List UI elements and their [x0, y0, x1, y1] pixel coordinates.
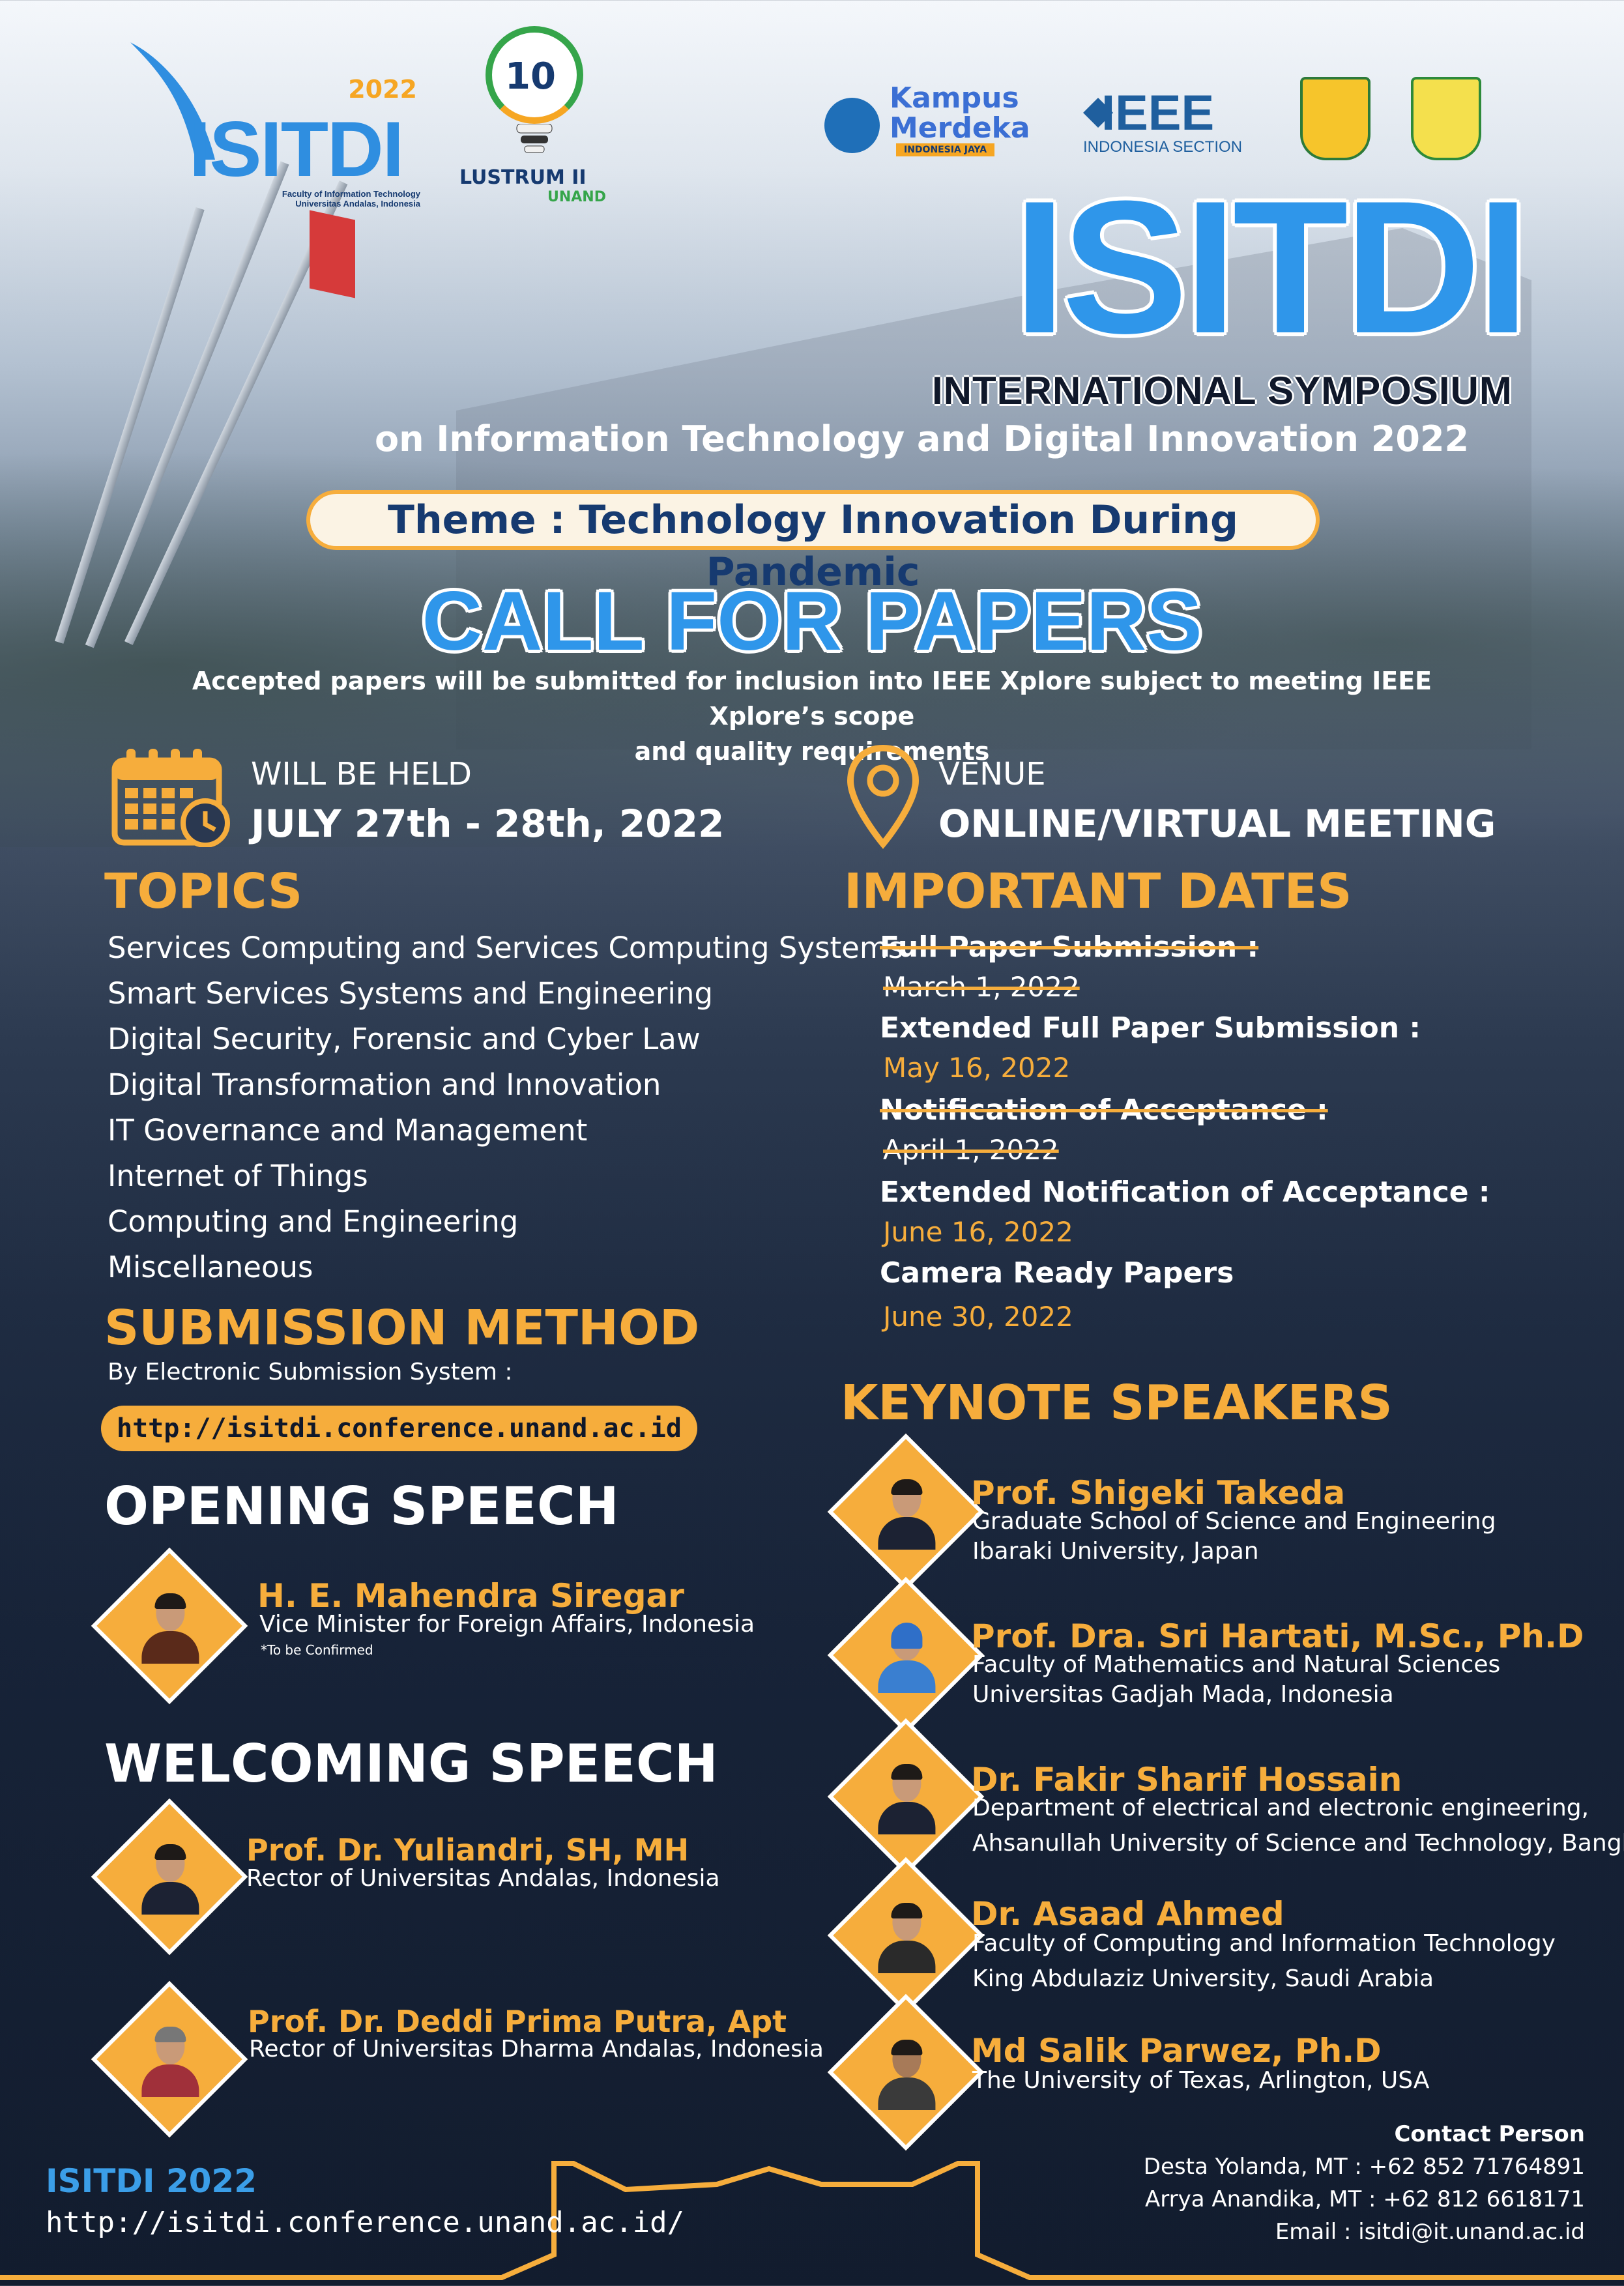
contact-block: Contact Person Desta Yolanda, MT : +62 8…: [1144, 2118, 1585, 2248]
call-for-papers: CALL FOR PAPERS: [422, 575, 1202, 668]
date-label: Notification of Acceptance :: [880, 1093, 1328, 1127]
speaker-affiliation: Rector of Universitas Andalas, Indonesia: [246, 1865, 720, 1892]
tut-wuri-icon: [824, 98, 880, 153]
speaker-photo: [91, 1980, 248, 2138]
topic-item: IT Governance and Management: [108, 1113, 588, 1148]
headline-title: ISITDI: [1013, 162, 1530, 373]
speaker-affiliation: Universitas Gadjah Mada, Indonesia: [972, 1681, 1394, 1708]
province-emblem-icon: [1411, 77, 1481, 160]
km-line: Kampus: [890, 81, 1019, 115]
isitdi-logo: 2022 ISITDI Faculty of Information Techn…: [124, 36, 424, 209]
speaker-affiliation: Ibaraki University, Japan: [972, 1538, 1259, 1565]
submission-link[interactable]: http://isitdi.conference.unand.ac.id: [101, 1406, 697, 1451]
speaker-affiliation: The University of Texas, Arlington, USA: [972, 2067, 1430, 2094]
contact-line: Arrya Anandika, MT : +62 812 6618171: [1144, 2186, 1585, 2212]
topics-list: Services Computing and Services Computin…: [108, 925, 903, 1290]
speaker-affiliation: Rector of Universitas Dharma Andalas, In…: [249, 2036, 824, 2062]
date-label: Camera Ready Papers: [880, 1256, 1234, 1290]
speaker-photo: [91, 1798, 248, 1956]
km-bar: INDONESIA JAYA: [896, 143, 995, 156]
speaker-photo: [91, 1547, 248, 1705]
topic-item: Smart Services Systems and Engineering: [108, 976, 714, 1011]
speaker-affiliation: Vice Minister for Foreign Affairs, Indon…: [259, 1611, 755, 1638]
contact-line: Desta Yolanda, MT : +62 852 71764891: [1143, 2154, 1585, 2180]
lustrum-lamp-icon: [516, 124, 553, 153]
topic-item: Digital Transformation and Innovation: [108, 1067, 661, 1102]
keynote-heading: KEYNOTE SPEAKERS: [841, 1375, 1393, 1431]
speaker-photo: [827, 1433, 985, 1591]
topic-item: Internet of Things: [108, 1159, 368, 1193]
date-value: May 16, 2022: [883, 1052, 1071, 1084]
date-value: June 16, 2022: [883, 1216, 1073, 1248]
theme-banner: Theme : Technology Innovation During Pan…: [306, 490, 1320, 595]
submission-method: By Electronic Submission System :: [108, 1359, 513, 1385]
speaker-affiliation: Graduate School of Science and Engineeri…: [972, 1508, 1496, 1535]
contact-email[interactable]: Email : isitdi@it.unand.ac.id: [1144, 2216, 1585, 2248]
kampus-merdeka-text: Kampus Merdeka: [890, 83, 1030, 143]
date-value: April 1, 2022: [883, 1134, 1059, 1166]
topic-item: Services Computing and Services Computin…: [108, 931, 904, 965]
speaker-photo: [827, 1993, 985, 2151]
speaker-name: Md Salik Parwez, Ph.D: [971, 2032, 1382, 2070]
welcoming-speech-heading: WELCOMING SPEECH: [104, 1733, 718, 1794]
speaker-photo: [827, 1857, 985, 2014]
accepted-line: Accepted papers will be submitted for in…: [192, 667, 1432, 731]
contact-title: Contact Person: [1394, 2121, 1585, 2147]
lustrum-number: 10: [505, 55, 556, 98]
speaker-note: *To be Confirmed: [261, 1642, 373, 1658]
location-pin-icon: [847, 744, 920, 849]
ieee-logo: IEEE INDONESIA SECTION: [1082, 85, 1264, 156]
lustrum-unand: UNAND: [547, 189, 606, 205]
date-label: Full Paper Submission :: [880, 931, 1259, 964]
speaker-name: Prof. Dr. Deddi Prima Putra, Apt: [248, 2004, 787, 2039]
logo-word: ISITDI: [189, 106, 404, 193]
date-value: March 1, 2022: [883, 971, 1080, 1003]
ieee-section: INDONESIA SECTION: [1083, 138, 1243, 156]
topic-item: Digital Security, Forensic and Cyber Law: [108, 1022, 701, 1056]
held-date: JULY 27th - 28th, 2022: [251, 802, 725, 846]
speaker-photo: [827, 1576, 985, 1734]
held-label: WILL BE HELD: [251, 756, 472, 792]
university-emblem-icon: [1300, 77, 1370, 160]
date-label: Extended Full Paper Submission :: [880, 1011, 1421, 1045]
footer-title: ISITDI 2022: [46, 2162, 257, 2200]
logo-subtitle: Faculty of Information Technology Univer…: [282, 189, 420, 209]
speaker-name: Prof. Dr. Yuliandri, SH, MH: [246, 1832, 689, 1868]
lustrum-logo: 10 LUSTRUM II UNAND: [456, 26, 619, 205]
logo-year: 2022: [348, 75, 417, 104]
headline-tagline: on Information Technology and Digital In…: [375, 418, 1470, 459]
topic-item: Computing and Engineering: [108, 1204, 519, 1239]
accepted-note: Accepted papers will be submitted for in…: [163, 663, 1461, 769]
topics-heading: TOPICS: [104, 863, 303, 919]
venue-value: ONLINE/VIRTUAL MEETING: [938, 802, 1496, 846]
important-dates-heading: IMPORTANT DATES: [844, 863, 1352, 919]
date-value: June 30, 2022: [883, 1301, 1073, 1333]
ieee-word: IEEE: [1101, 85, 1215, 141]
speaker-affiliation: King Abdulaziz University, Saudi Arabia: [972, 1965, 1434, 1992]
theme-text: Theme : Technology Innovation During Pan…: [310, 494, 1316, 595]
km-line: Merdeka: [890, 111, 1030, 145]
footer-url[interactable]: http://isitdi.conference.unand.ac.id/: [46, 2206, 684, 2239]
speaker-affiliation: Faculty of Mathematics and Natural Scien…: [972, 1651, 1501, 1678]
speaker-affiliation: Ahsanullah University of Science and Tec…: [972, 1830, 1624, 1857]
speaker-affiliation: Faculty of Computing and Information Tec…: [972, 1930, 1556, 1957]
flag: [310, 210, 355, 298]
logo-subtitle-line: Universitas Andalas, Indonesia: [295, 199, 420, 209]
submission-heading: SUBMISSION METHOD: [104, 1300, 700, 1356]
headline-subtitle: INTERNATIONAL SYMPOSIUM: [932, 369, 1513, 412]
speaker-photo: [827, 1718, 985, 1875]
opening-speech-heading: OPENING SPEECH: [104, 1476, 619, 1537]
date-label: Extended Notification of Acceptance :: [880, 1176, 1490, 1209]
topic-item: Miscellaneous: [108, 1250, 313, 1284]
kampus-merdeka-logo: Kampus Merdeka INDONESIA JAYA: [824, 78, 1066, 163]
speaker-affiliation: Department of electrical and electronic …: [972, 1795, 1589, 1821]
venue-label: VENUE: [938, 756, 1046, 792]
speaker-name: Dr. Asaad Ahmed: [971, 1895, 1284, 1933]
calendar-icon: [111, 749, 230, 847]
logo-subtitle-line: Faculty of Information Technology: [282, 189, 420, 199]
lustrum-title: LUSTRUM II: [459, 166, 587, 189]
